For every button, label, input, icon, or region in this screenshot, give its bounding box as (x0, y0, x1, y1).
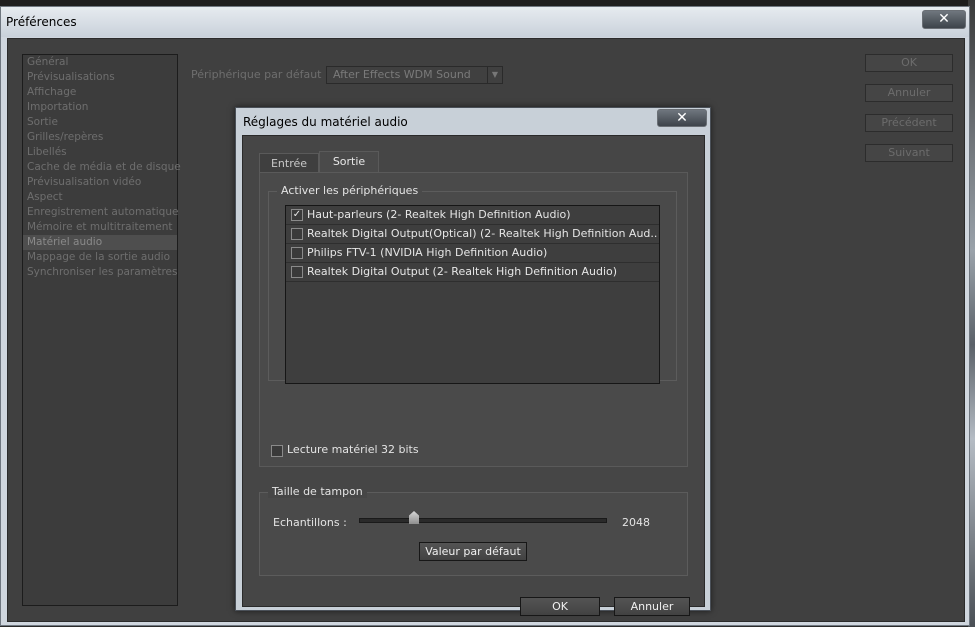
default-value-button[interactable]: Valeur par défaut (419, 542, 527, 561)
dialog-ok-button[interactable]: OK (520, 597, 600, 616)
hardware-32bit-checkbox[interactable] (271, 445, 283, 457)
device-label: Realtek Digital Output(Optical) (2- Real… (307, 227, 658, 240)
ok-button[interactable]: OK (865, 54, 953, 72)
sidebar-item-appearance[interactable]: Aspect (23, 190, 177, 205)
device-row-digital-output[interactable]: Realtek Digital Output (2- Realtek High … (286, 263, 659, 282)
sidebar-item-import[interactable]: Importation (23, 100, 177, 115)
close-icon: ✕ (938, 11, 950, 27)
tab-output[interactable]: Sortie (319, 151, 379, 173)
device-label: Realtek Digital Output (2- Realtek High … (307, 265, 618, 278)
buffer-size-group: Taille de tampon Echantillons : 2048 Val… (259, 485, 688, 576)
dialog-title: Réglages du matériel audio (243, 115, 408, 129)
sidebar-item-sync-settings[interactable]: Synchroniser les paramètres (23, 265, 178, 280)
samples-slider[interactable] (359, 518, 607, 523)
enable-devices-legend: Activer les périphériques (277, 184, 423, 197)
checkbox[interactable]: ✓ (291, 209, 303, 221)
close-button[interactable]: ✕ (922, 10, 966, 29)
samples-value: 2048 (622, 516, 650, 529)
window-title: Préférences (6, 15, 77, 29)
enable-devices-group: Activer les périphériques ✓ Haut-parleur… (268, 184, 677, 384)
hardware-32bit-label: Lecture matériel 32 bits (287, 443, 419, 456)
tab-input[interactable]: Entrée (259, 153, 319, 173)
checkbox[interactable] (291, 228, 303, 240)
sidebar-item-previews[interactable]: Prévisualisations (23, 70, 177, 85)
cancel-button[interactable]: Annuler (865, 84, 953, 102)
sidebar-item-audio-hardware[interactable]: Matériel audio (23, 235, 177, 250)
device-label: Philips FTV-1 (NVIDIA High Definition Au… (307, 246, 548, 259)
dialog-body: Entrée Sortie Activer les périphériques … (242, 135, 705, 616)
sidebar-item-memory-multiprocessing[interactable]: Mémoire et multitraitement (23, 220, 177, 235)
dialog-cancel-button[interactable]: Annuler (614, 597, 690, 616)
sidebar-item-display[interactable]: Affichage (23, 85, 177, 100)
sidebar-item-media-disk-cache[interactable]: Cache de média et de disque (23, 160, 181, 175)
device-label: Haut-parleurs (2- Realtek High Definitio… (307, 208, 571, 221)
sidebar-item-general[interactable]: Général (23, 55, 177, 70)
sidebar-item-labels[interactable]: Libellés (23, 145, 177, 160)
preferences-titlebar[interactable]: Préférences ✕ (1, 7, 969, 37)
device-row-philips[interactable]: Philips FTV-1 (NVIDIA High Definition Au… (286, 244, 659, 263)
default-device-label: Périphérique par défaut : (191, 68, 329, 81)
device-row-optical-output[interactable]: Realtek Digital Output(Optical) (2- Real… (286, 225, 659, 244)
output-tab-panel: Activer les périphériques ✓ Haut-parleur… (259, 172, 688, 467)
buffer-size-legend: Taille de tampon (268, 485, 367, 498)
slider-thumb[interactable] (409, 511, 419, 524)
audio-hardware-dialog: Réglages du matériel audio ✕ Entrée Sort… (235, 107, 711, 616)
default-device-value: After Effects WDM Sound (333, 68, 471, 81)
sidebar-item-auto-save[interactable]: Enregistrement automatique (23, 205, 178, 220)
default-device-select[interactable]: After Effects WDM Sound ▼ (326, 66, 503, 84)
checkbox[interactable] (291, 266, 303, 278)
samples-label: Echantillons : (273, 516, 347, 529)
close-icon: ✕ (676, 110, 688, 126)
sidebar-item-audio-output-mapping[interactable]: Mappage de la sortie audio (23, 250, 177, 265)
checkbox[interactable] (291, 247, 303, 259)
preferences-sidebar: Général Prévisualisations Affichage Impo… (22, 54, 181, 606)
device-row-speakers[interactable]: ✓ Haut-parleurs (2- Realtek High Definit… (286, 206, 659, 225)
chevron-down-icon: ▼ (487, 67, 502, 83)
sidebar-item-grids-guides[interactable]: Grilles/repères (23, 130, 177, 145)
device-list: ✓ Haut-parleurs (2- Realtek High Definit… (285, 205, 660, 384)
next-button[interactable]: Suivant (865, 144, 953, 162)
sidebar-item-video-preview[interactable]: Prévisualisation vidéo (23, 175, 177, 190)
previous-button[interactable]: Précédent (865, 114, 953, 132)
dialog-close-button[interactable]: ✕ (657, 109, 707, 127)
sidebar-item-output[interactable]: Sortie (23, 115, 177, 130)
